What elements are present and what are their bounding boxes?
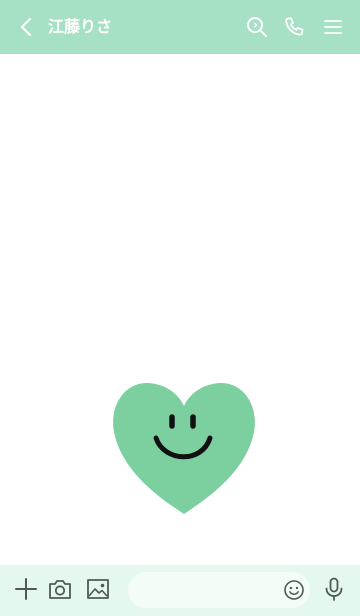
voice-button[interactable] <box>320 575 348 603</box>
chat-header: 江藤りさ <box>0 0 360 54</box>
sticker <box>108 378 260 518</box>
camera-button[interactable] <box>46 575 74 603</box>
back-button[interactable] <box>12 12 42 42</box>
menu-button[interactable] <box>318 12 348 42</box>
phone-icon <box>285 17 304 36</box>
heart-shape <box>113 382 255 514</box>
search-button[interactable] <box>242 12 272 42</box>
camera-icon <box>49 580 71 599</box>
emoji-button[interactable] <box>280 576 308 604</box>
add-button[interactable] <box>12 575 40 603</box>
search-icon <box>247 17 267 37</box>
menu-icon <box>324 20 342 34</box>
smiling-heart-sticker <box>113 382 255 514</box>
message-toolbar <box>0 565 360 616</box>
call-button[interactable] <box>279 12 309 42</box>
image-icon <box>87 579 109 599</box>
emoji-icon <box>284 580 304 600</box>
chevron-left-icon <box>20 17 32 37</box>
mic-icon <box>325 577 343 601</box>
chat-title: 江藤りさ <box>48 17 113 36</box>
plus-icon <box>15 578 37 600</box>
image-button[interactable] <box>84 575 112 603</box>
chat-area <box>0 54 360 565</box>
